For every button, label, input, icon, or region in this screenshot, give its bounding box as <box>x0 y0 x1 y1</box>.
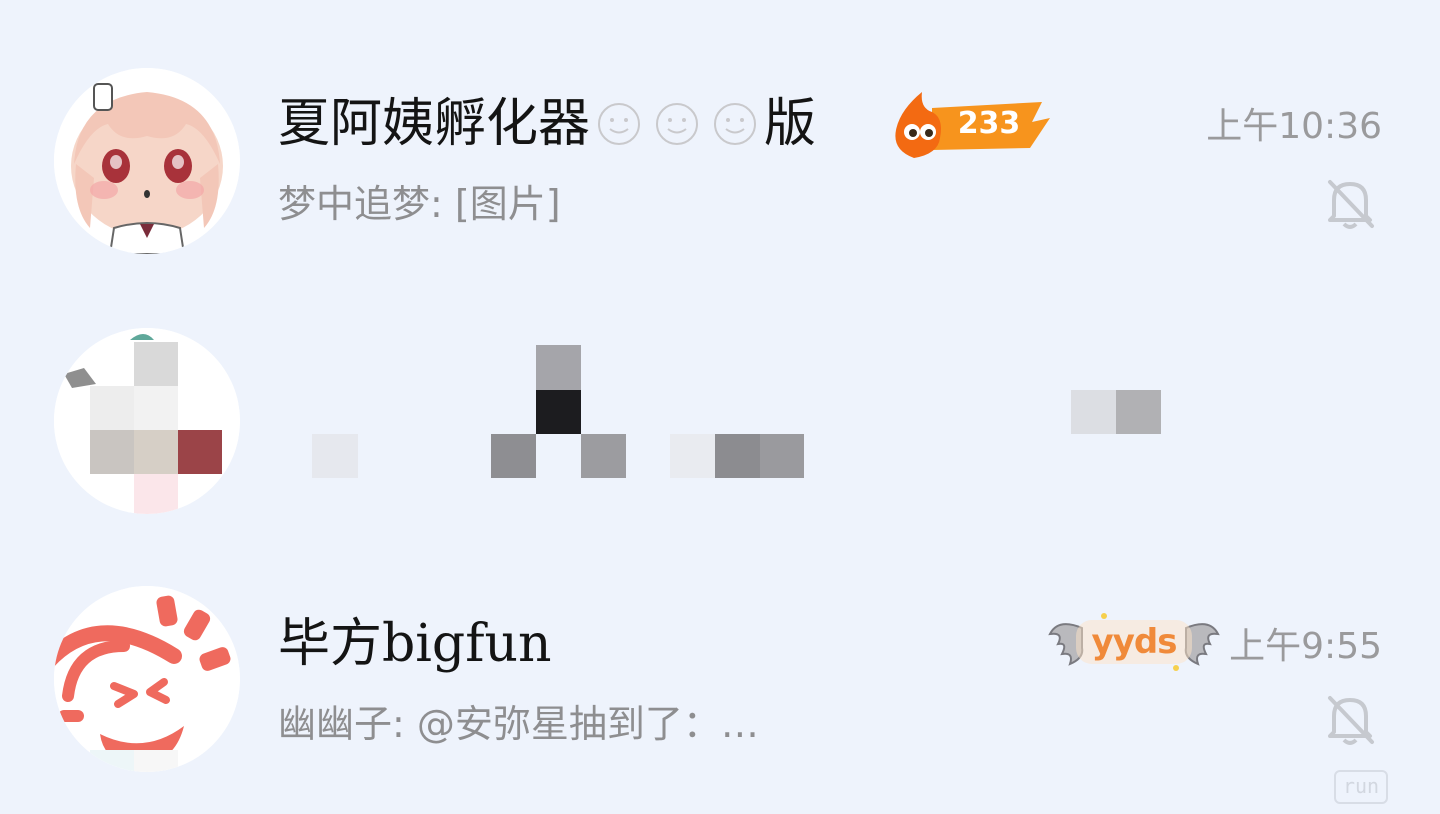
pixelated-content <box>1116 390 1161 434</box>
streak-count: 233 <box>957 106 1021 141</box>
pixelated-content <box>715 434 760 478</box>
conversation-name: 夏阿姨孵化器 版 <box>278 82 816 166</box>
conversation-time: 上午10:36 <box>1206 106 1382 147</box>
smile-face-icon <box>597 102 641 146</box>
pixelated-content <box>581 434 626 478</box>
message-preview: 幽幽子: @安弥星抽到了：… <box>278 702 759 746</box>
name-prefix: 夏阿姨孵化器 <box>278 94 591 154</box>
yyds-badge: yyds <box>1048 608 1220 676</box>
streak-fire-badge: 233 <box>892 88 1052 160</box>
yyds-label: yyds <box>1091 622 1178 662</box>
pixelated-content <box>760 434 804 478</box>
avatar[interactable] <box>54 328 240 514</box>
message-preview: 梦中追梦: [图片] <box>278 182 561 226</box>
pixelated-content <box>312 434 358 478</box>
avatar[interactable] <box>54 68 240 254</box>
pixelated-content <box>536 390 581 434</box>
bell-muted-icon <box>1322 690 1378 748</box>
pixelated-content <box>536 345 581 390</box>
conversation-row[interactable] <box>0 318 1440 518</box>
avatar[interactable] <box>54 586 240 772</box>
pixelated-content <box>1071 390 1116 434</box>
conversation-time: 上午9:55 <box>1229 626 1382 667</box>
bell-muted-icon <box>1322 174 1378 232</box>
conversation-row[interactable]: 夏阿姨孵化器 版 233 上午10:36 梦中追梦: [图片] <box>0 62 1440 262</box>
smile-face-icon <box>655 102 699 146</box>
conversation-row[interactable]: 毕方bigfun yyds 上午9:55 幽幽子: @安弥星抽到了：… <box>0 582 1440 782</box>
conversation-name: 毕方bigfun <box>278 614 552 674</box>
smile-face-icon <box>713 102 757 146</box>
pixelated-content <box>491 434 536 478</box>
name-suffix: 版 <box>764 94 817 154</box>
watermark-logo: run <box>1334 770 1388 804</box>
pixelated-content <box>670 434 715 478</box>
